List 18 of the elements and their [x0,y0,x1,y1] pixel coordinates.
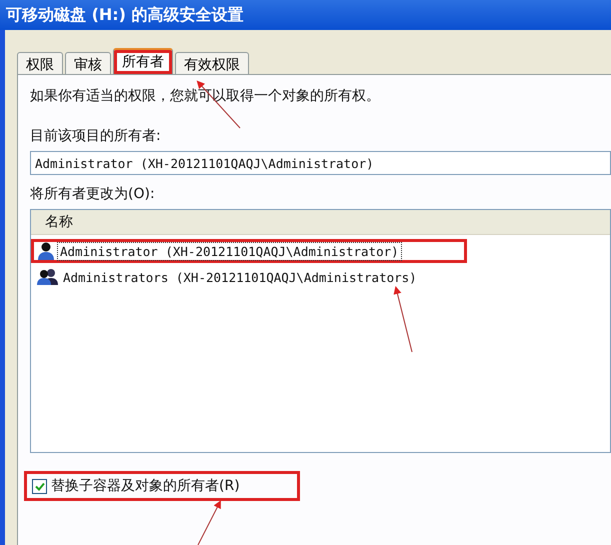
annotation-arrow [198,500,221,545]
replace-owner-checkbox[interactable]: 替换子容器及对象的所有者(R) [24,471,300,501]
list-item[interactable]: Administrators (XH-20121101QAQJ\Administrators) [31,265,467,289]
intro-text: 如果你有适当的权限，您就可以取得一个对象的所有权。 [30,87,381,105]
owner-field: Administrator (XH-20121101QAQJ\Administrator) [30,151,611,175]
tab[interactable]: 权限 [17,52,63,74]
list-label: 将所有者更改为(O): [30,185,156,203]
annotation-arrow [196,80,240,128]
field-label: 目前该项目的所有者: [30,127,162,145]
tab[interactable]: 有效权限 [175,52,249,74]
checkmark-icon [34,482,44,490]
column-header[interactable]: 名称 [45,213,73,231]
window-title: 可移动磁盘 (H:) 的高级安全设置 [0,0,611,30]
user-icon [37,242,55,260]
users-icon [37,268,59,286]
tab[interactable]: 所有者 [113,48,173,74]
tab[interactable]: 审核 [65,52,111,74]
annotation-arrow [394,286,412,352]
